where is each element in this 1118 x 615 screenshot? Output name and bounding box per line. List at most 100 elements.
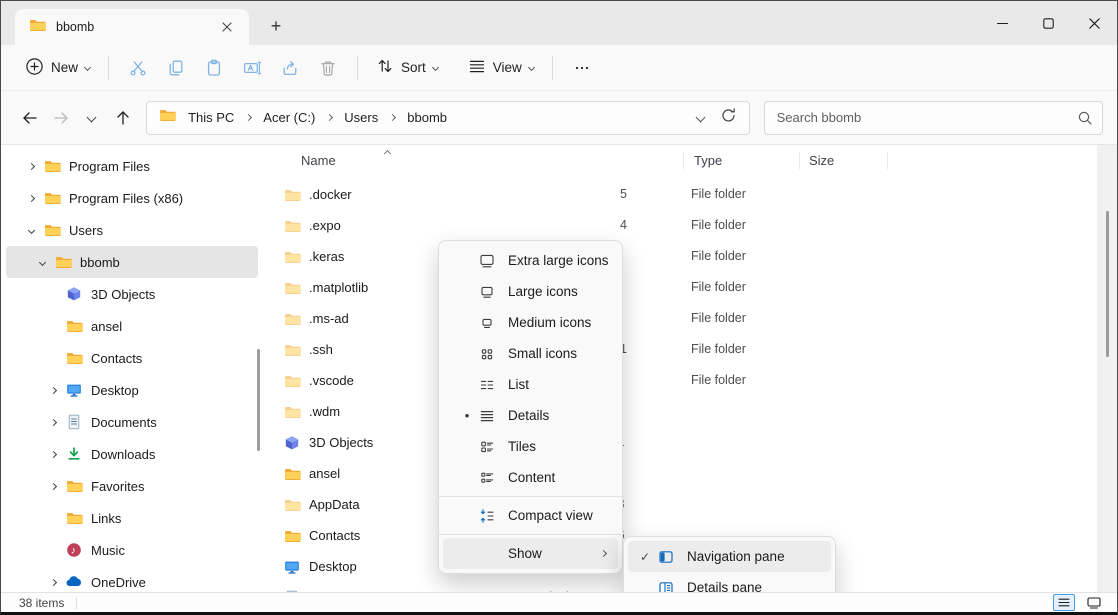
tree-expander-icon[interactable] xyxy=(41,388,65,393)
sidebar-scrollbar-thumb[interactable] xyxy=(257,349,260,451)
chevron-down-icon xyxy=(432,64,439,71)
sidebar-item-desktop[interactable]: Desktop xyxy=(6,374,258,406)
tab-close-icon[interactable] xyxy=(215,15,239,39)
sidebar-item-links[interactable]: Links xyxy=(6,502,258,534)
new-tab-button[interactable]: + xyxy=(261,11,291,41)
recent-locations-button[interactable] xyxy=(77,102,108,133)
sidebar-item-documents[interactable]: Documents xyxy=(6,406,258,438)
share-button[interactable] xyxy=(271,51,309,85)
sidebar-item-ansel[interactable]: ansel xyxy=(6,310,258,342)
tree-expander-icon[interactable] xyxy=(19,228,43,233)
minimize-button[interactable] xyxy=(979,1,1025,45)
tree-expander-icon[interactable] xyxy=(41,580,65,585)
address-bar[interactable]: This PC Acer (C:) Users bbomb xyxy=(146,101,750,135)
menu-item-show[interactable]: Show xyxy=(443,538,618,569)
vertical-scrollbar[interactable] xyxy=(1097,145,1117,592)
column-separator[interactable] xyxy=(887,152,888,169)
menu-item-extra-large-icons[interactable]: Extra large icons xyxy=(443,245,618,276)
tree-expander-icon[interactable] xyxy=(41,420,65,425)
sidebar-item-favorites[interactable]: Favorites xyxy=(6,470,258,502)
file-row-appdata[interactable]: AppData2/3/2566 10:03 xyxy=(263,489,1097,520)
breadcrumb-item-acer-c-[interactable]: Acer (C:) xyxy=(260,108,318,127)
menu-item-navigation-pane[interactable]: ✓Navigation pane xyxy=(628,541,831,572)
scrollbar-thumb[interactable] xyxy=(1106,211,1109,357)
file-row--expo[interactable]: .expo4File folder xyxy=(263,210,1097,241)
file-row-3d-objects[interactable]: 3D Objects20/1/2565 19:1 xyxy=(263,427,1097,458)
file-type: File folder xyxy=(691,311,746,325)
cut-button[interactable] xyxy=(119,51,157,85)
file-row--keras[interactable]: .kerasFile folder xyxy=(263,241,1097,272)
column-header-type[interactable]: Type xyxy=(694,153,722,168)
refresh-icon[interactable] xyxy=(720,107,737,129)
view-button[interactable]: View xyxy=(460,51,542,84)
new-button[interactable]: New xyxy=(17,51,98,85)
column-header-size[interactable]: Size xyxy=(809,153,834,168)
forward-button[interactable] xyxy=(46,102,77,133)
menu-item-list[interactable]: List xyxy=(443,369,618,400)
file-row--matplotlib[interactable]: .matplotlibFile folder xyxy=(263,272,1097,303)
tree-expander-icon[interactable] xyxy=(19,164,43,169)
explorer-tab[interactable]: bbomb xyxy=(15,9,249,45)
menu-item-medium-icons[interactable]: Medium icons xyxy=(443,307,618,338)
show-submenu: ✓Navigation paneDetails panePreview pane… xyxy=(623,536,836,592)
file-row--ms-ad[interactable]: .ms-adFile folder xyxy=(263,303,1097,334)
sidebar-item-3d-objects[interactable]: 3D Objects xyxy=(6,278,258,310)
sidebar-item-program-files[interactable]: Program Files xyxy=(6,150,258,182)
sort-icon xyxy=(376,57,394,78)
menu-item-details-pane[interactable]: Details pane xyxy=(628,572,831,592)
folder-icon xyxy=(284,343,301,357)
menu-item-small-icons[interactable]: Small icons xyxy=(443,338,618,369)
menu-item-tiles[interactable]: Tiles xyxy=(443,431,618,462)
details-view-toggle[interactable] xyxy=(1053,594,1075,611)
folder-icon xyxy=(284,529,301,543)
document-icon xyxy=(284,590,301,593)
sidebar-item-downloads[interactable]: Downloads xyxy=(6,438,258,470)
address-dropdown-icon[interactable] xyxy=(695,113,705,123)
tree-expander-icon[interactable] xyxy=(41,484,65,489)
tree-expander-icon[interactable] xyxy=(19,196,43,201)
delete-button[interactable] xyxy=(309,51,347,85)
checkmark-icon: ✓ xyxy=(636,550,654,564)
maximize-button[interactable] xyxy=(1025,1,1071,45)
back-button[interactable] xyxy=(15,102,46,133)
up-button[interactable] xyxy=(107,102,138,133)
column-separator[interactable] xyxy=(683,152,684,169)
toolbar-separator xyxy=(357,56,358,80)
sidebar-item-label: Users xyxy=(69,223,103,238)
paste-button[interactable] xyxy=(195,51,233,85)
sort-button[interactable]: Sort xyxy=(368,51,446,84)
menu-item-content[interactable]: Content xyxy=(443,462,618,493)
sidebar-item-onedrive[interactable]: OneDrive xyxy=(6,566,258,592)
file-row--wdm[interactable]: .wdm xyxy=(263,396,1097,427)
file-row-ansel[interactable]: ansel21/4/2566 11:2 xyxy=(263,458,1097,489)
copy-button[interactable] xyxy=(157,51,195,85)
tree-expander-icon[interactable] xyxy=(30,260,54,265)
breadcrumb-item-users[interactable]: Users xyxy=(341,108,381,127)
file-row--vscode[interactable]: .vscodeFile folder xyxy=(263,365,1097,396)
downloads-icon xyxy=(65,446,83,462)
more-options-button[interactable] xyxy=(563,51,601,85)
close-button[interactable] xyxy=(1071,1,1117,45)
sidebar-item-bbomb[interactable]: bbomb xyxy=(6,246,258,278)
breadcrumb-item-bbomb[interactable]: bbomb xyxy=(404,108,450,127)
breadcrumb-item-this-pc[interactable]: This PC xyxy=(185,108,237,127)
menu-item-label: Content xyxy=(508,470,618,485)
search-input[interactable] xyxy=(764,101,1103,135)
sidebar-item-music[interactable]: ♪Music xyxy=(6,534,258,566)
file-row--docker[interactable]: .docker5File folder xyxy=(263,179,1097,210)
tree-expander-icon[interactable] xyxy=(41,452,65,457)
sidebar-item-program-files-x86-[interactable]: Program Files (x86) xyxy=(6,182,258,214)
sidebar-item-contacts[interactable]: Contacts xyxy=(6,342,258,374)
menu-item-compact-view[interactable]: Compact view xyxy=(443,500,618,531)
folder-icon xyxy=(43,159,61,173)
file-name: .vscode xyxy=(309,373,354,388)
menu-item-details[interactable]: •Details xyxy=(443,400,618,431)
column-separator[interactable] xyxy=(799,152,800,169)
details-icon xyxy=(475,408,499,424)
column-header-name[interactable]: Name xyxy=(301,153,336,168)
file-row--ssh[interactable]: .ssh1File folder xyxy=(263,334,1097,365)
rename-button[interactable] xyxy=(233,51,271,85)
menu-item-large-icons[interactable]: Large icons xyxy=(443,276,618,307)
thumbnail-view-toggle[interactable] xyxy=(1083,594,1105,611)
sidebar-item-users[interactable]: Users xyxy=(6,214,258,246)
